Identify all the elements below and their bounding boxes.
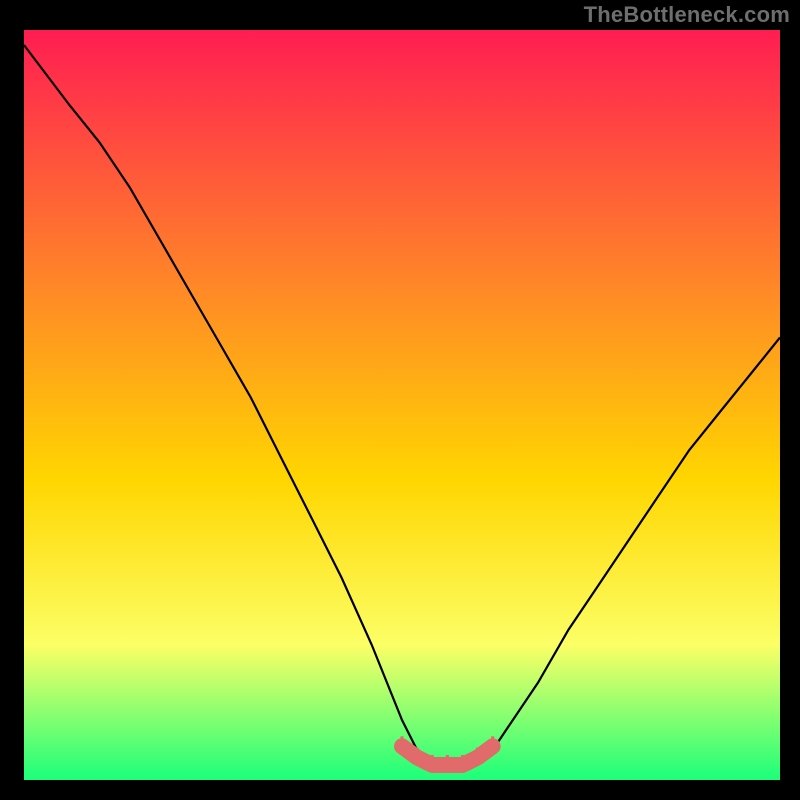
watermark-label: TheBottleneck.com xyxy=(584,2,790,28)
chart-background xyxy=(24,30,780,780)
bottleneck-chart xyxy=(0,0,800,800)
